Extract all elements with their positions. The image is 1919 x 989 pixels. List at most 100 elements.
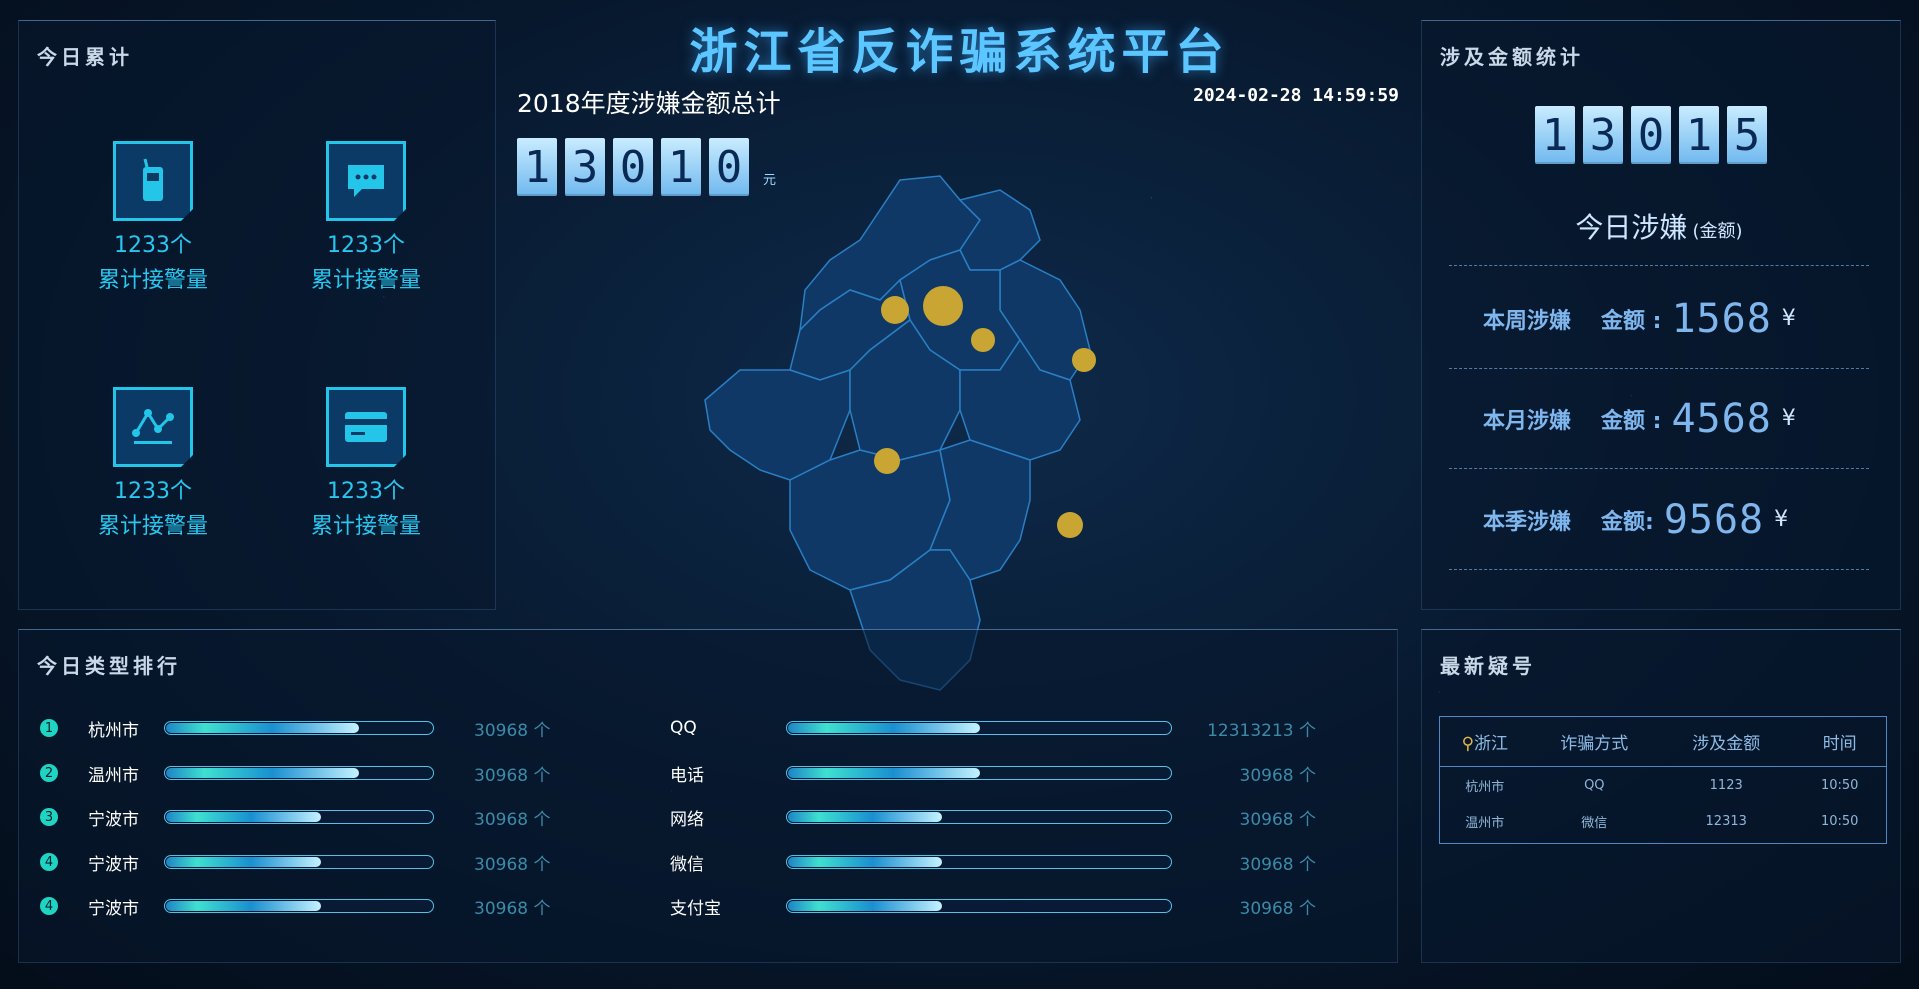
rank-row-type: 电话 30968 个 <box>670 762 1316 786</box>
progress-fill <box>166 723 359 733</box>
rank-row-city: 4 宁波市 30968 个 <box>40 851 574 875</box>
rank-name: 支付宝 <box>670 898 721 919</box>
progress-fill <box>788 768 980 778</box>
rank-row-type: QQ 12313213 个 <box>670 717 1316 741</box>
panel-title: 今日类型排行 <box>37 654 181 678</box>
progress-fill <box>788 857 942 867</box>
rank-badge: 3 <box>40 808 58 826</box>
rank-badge: 4 <box>40 853 58 871</box>
map-marker[interactable] <box>1057 512 1083 538</box>
table-row: 杭州市 QQ 1123 10:50 <box>1440 767 1886 803</box>
map-marker[interactable] <box>923 286 963 326</box>
rank-badge: 1 <box>40 719 58 737</box>
table-cell: 杭州市 <box>1465 779 1505 795</box>
rank-value: 12313213 个 <box>1207 720 1316 741</box>
rank-row-type: 微信 30968 个 <box>670 851 1316 875</box>
stat-count: 1233个 <box>327 479 405 504</box>
column-header: 涉及金额 <box>1692 734 1761 754</box>
amount-label: 金额: <box>1601 509 1654 535</box>
rank-value: 30968 个 <box>1239 765 1316 786</box>
year-total-label: 2018年度涉嫌金额总计 <box>517 89 781 118</box>
progress-bar <box>786 855 1172 869</box>
progress-bar <box>786 766 1172 780</box>
money-value: 9568 <box>1663 496 1765 543</box>
rank-name: 宁波市 <box>88 809 139 830</box>
network-icon <box>113 387 193 467</box>
rank-value: 30968 个 <box>474 765 551 786</box>
stat-label: 累计接警量 <box>97 514 208 539</box>
currency-symbol: ¥ <box>1781 406 1796 431</box>
progress-fill <box>788 812 942 822</box>
money-value: 1568 <box>1671 295 1772 342</box>
phone-icon <box>113 141 193 221</box>
column-header-region: ⚲浙江 <box>1461 734 1509 754</box>
map-marker[interactable] <box>881 296 909 324</box>
progress-fill <box>166 812 322 822</box>
rank-row-city: 3 宁波市 30968 个 <box>40 806 574 830</box>
rank-row-city: 2 温州市 30968 个 <box>40 762 574 786</box>
money-row-month: 本月涉嫌 金额 : 4568 ¥ <box>1449 369 1869 469</box>
table-cell: 10:50 <box>1820 813 1859 829</box>
rank-badge: 4 <box>40 897 58 915</box>
money-row-quarter: 本季涉嫌 金额: 9568 ¥ <box>1449 470 1869 570</box>
table-cell: 10:50 <box>1820 777 1859 793</box>
digit: 5 <box>1727 106 1767 164</box>
progress-bar <box>164 766 434 780</box>
rank-name: 杭州市 <box>88 720 139 741</box>
map-marker[interactable] <box>1072 348 1096 372</box>
digit: 0 <box>613 138 653 196</box>
rank-value: 30968 个 <box>474 854 551 875</box>
today-cumulative-panel: 今日累计 1233个 累计接警量 1233个 累计接警量 1233个 累计接警量… <box>18 20 496 610</box>
rank-row-type: 网络 30968 个 <box>670 806 1316 830</box>
stat-count: 1233个 <box>114 479 192 504</box>
rank-name: QQ <box>670 718 697 738</box>
card-icon <box>326 387 406 467</box>
progress-bar <box>164 721 434 735</box>
money-row-week: 本周涉嫌 金额 : 1568 ¥ <box>1449 269 1869 369</box>
rank-row-type: 支付宝 30968 个 <box>670 895 1316 919</box>
stat-card: 1233个 累计接警量 <box>286 141 446 301</box>
rank-value: 30968 个 <box>474 809 551 830</box>
digit: 1 <box>661 138 701 196</box>
column-header: 时间 <box>1822 734 1857 754</box>
rank-name: 网络 <box>670 809 704 830</box>
latest-table: ⚲浙江 诈骗方式 涉及金额 时间 杭州市 QQ 1123 10:50 温州市 微… <box>1439 716 1887 844</box>
money-label: 本季涉嫌 <box>1482 509 1571 535</box>
map-marker[interactable] <box>874 448 900 474</box>
rank-value: 30968 个 <box>1239 809 1316 830</box>
stat-label: 累计接警量 <box>97 268 208 293</box>
money-value: 4568 <box>1671 395 1772 442</box>
progress-fill <box>788 901 942 911</box>
stat-card: 1233个 累计接警量 <box>73 387 233 547</box>
table-cell: 温州市 <box>1465 815 1505 831</box>
today-sublabel: (金额) <box>1692 221 1743 242</box>
amount-label: 金额 : <box>1601 408 1662 434</box>
digit: 0 <box>1631 106 1671 164</box>
column-header: 诈骗方式 <box>1560 734 1629 754</box>
rank-name: 温州市 <box>88 765 139 786</box>
progress-bar <box>786 810 1172 824</box>
table-row: 温州市 微信 12313 10:50 <box>1440 803 1886 839</box>
rank-value: 30968 个 <box>1239 854 1316 875</box>
digit: 1 <box>517 138 557 196</box>
stat-card: 1233个 累计接警量 <box>73 141 233 301</box>
progress-bar <box>786 899 1172 913</box>
amount-label: 金额 : <box>1601 308 1662 334</box>
stat-count: 1233个 <box>327 233 405 258</box>
rank-badge: 2 <box>40 764 58 782</box>
progress-fill <box>788 723 980 733</box>
panel-title: 涉及金额统计 <box>1440 45 1584 69</box>
rank-row-city: 4 宁波市 30968 个 <box>40 895 574 919</box>
progress-bar <box>164 899 434 913</box>
datetime: 2024-02-28 14:59:59 <box>1193 85 1399 106</box>
progress-bar <box>786 721 1172 735</box>
digit: 1 <box>1679 106 1719 164</box>
table-cell: 1123 <box>1709 777 1743 793</box>
today-label: 今日涉嫌 <box>1575 211 1688 244</box>
rank-row-city: 1 杭州市 30968 个 <box>40 717 574 741</box>
location-pin-icon: ⚲ <box>1461 734 1475 754</box>
map-marker[interactable] <box>971 328 995 352</box>
stat-label: 累计接警量 <box>310 268 421 293</box>
rank-name: 宁波市 <box>88 898 139 919</box>
table-cell: QQ <box>1584 777 1605 793</box>
